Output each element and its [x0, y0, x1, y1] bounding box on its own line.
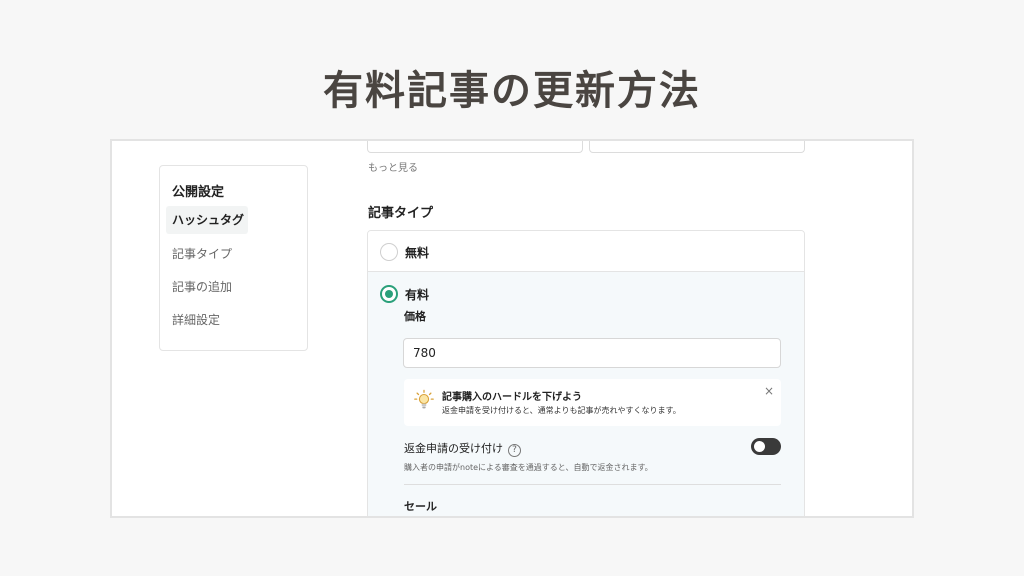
sidebar-item-article-type[interactable]: 記事タイプ [166, 240, 248, 268]
article-type-card: 無料 有料 価格 780 記事購入のハードルを下げよう 返金申請を受け付けると、… [367, 230, 805, 516]
refund-note: 購入者の申請がnoteによる審査を通過すると、自動で返金されます。 [404, 463, 653, 472]
refund-tip-banner: 記事購入のハードルを下げよう 返金申請を受け付けると、通常よりも記事が売れやすく… [404, 379, 781, 426]
price-label: 価格 [404, 310, 426, 323]
lightbulb-icon [414, 389, 434, 409]
paid-radio[interactable] [380, 285, 398, 303]
sidebar-item-add-article[interactable]: 記事の追加 [166, 273, 248, 301]
paid-label: 有料 [405, 288, 430, 302]
price-input[interactable] [403, 338, 781, 368]
refund-setting: 返金申請の受け付け? [404, 440, 521, 457]
screenshot-frame: 公開設定 ハッシュタグ 記事タイプ 記事の追加 詳細設定 もっと見る 記事タイプ… [110, 139, 914, 518]
option-free[interactable]: 無料 [368, 231, 804, 272]
refund-toggle[interactable] [751, 438, 781, 455]
sidebar-item-hashtag[interactable]: ハッシュタグ [166, 206, 248, 234]
settings-sidebar: 公開設定 ハッシュタグ 記事タイプ 記事の追加 詳細設定 [159, 165, 308, 351]
refund-label: 返金申請の受け付け [404, 442, 503, 455]
free-label: 無料 [405, 246, 430, 260]
hashtag-field-right[interactable] [589, 141, 805, 153]
section-divider [404, 484, 781, 485]
page-title: 有料記事の更新方法 [323, 68, 701, 114]
hashtag-field-left[interactable] [367, 141, 583, 153]
option-paid[interactable]: 有料 価格 記事購入のハードルを下げよう 返金申 [368, 272, 804, 516]
tip-title: 記事購入のハードルを下げよう [442, 392, 582, 403]
show-more-link[interactable]: もっと見る [368, 159, 418, 174]
help-icon[interactable]: ? [508, 444, 521, 457]
sidebar-item-advanced-settings[interactable]: 詳細設定 [166, 306, 248, 334]
tip-description: 返金申請を受け付けると、通常よりも記事が売れやすくなります。 [442, 406, 681, 415]
free-radio[interactable] [380, 243, 398, 261]
close-icon[interactable]: × [764, 384, 774, 398]
sale-heading: セール [404, 500, 437, 513]
article-type-heading: 記事タイプ [368, 206, 434, 221]
sidebar-heading: 公開設定 [172, 185, 225, 200]
